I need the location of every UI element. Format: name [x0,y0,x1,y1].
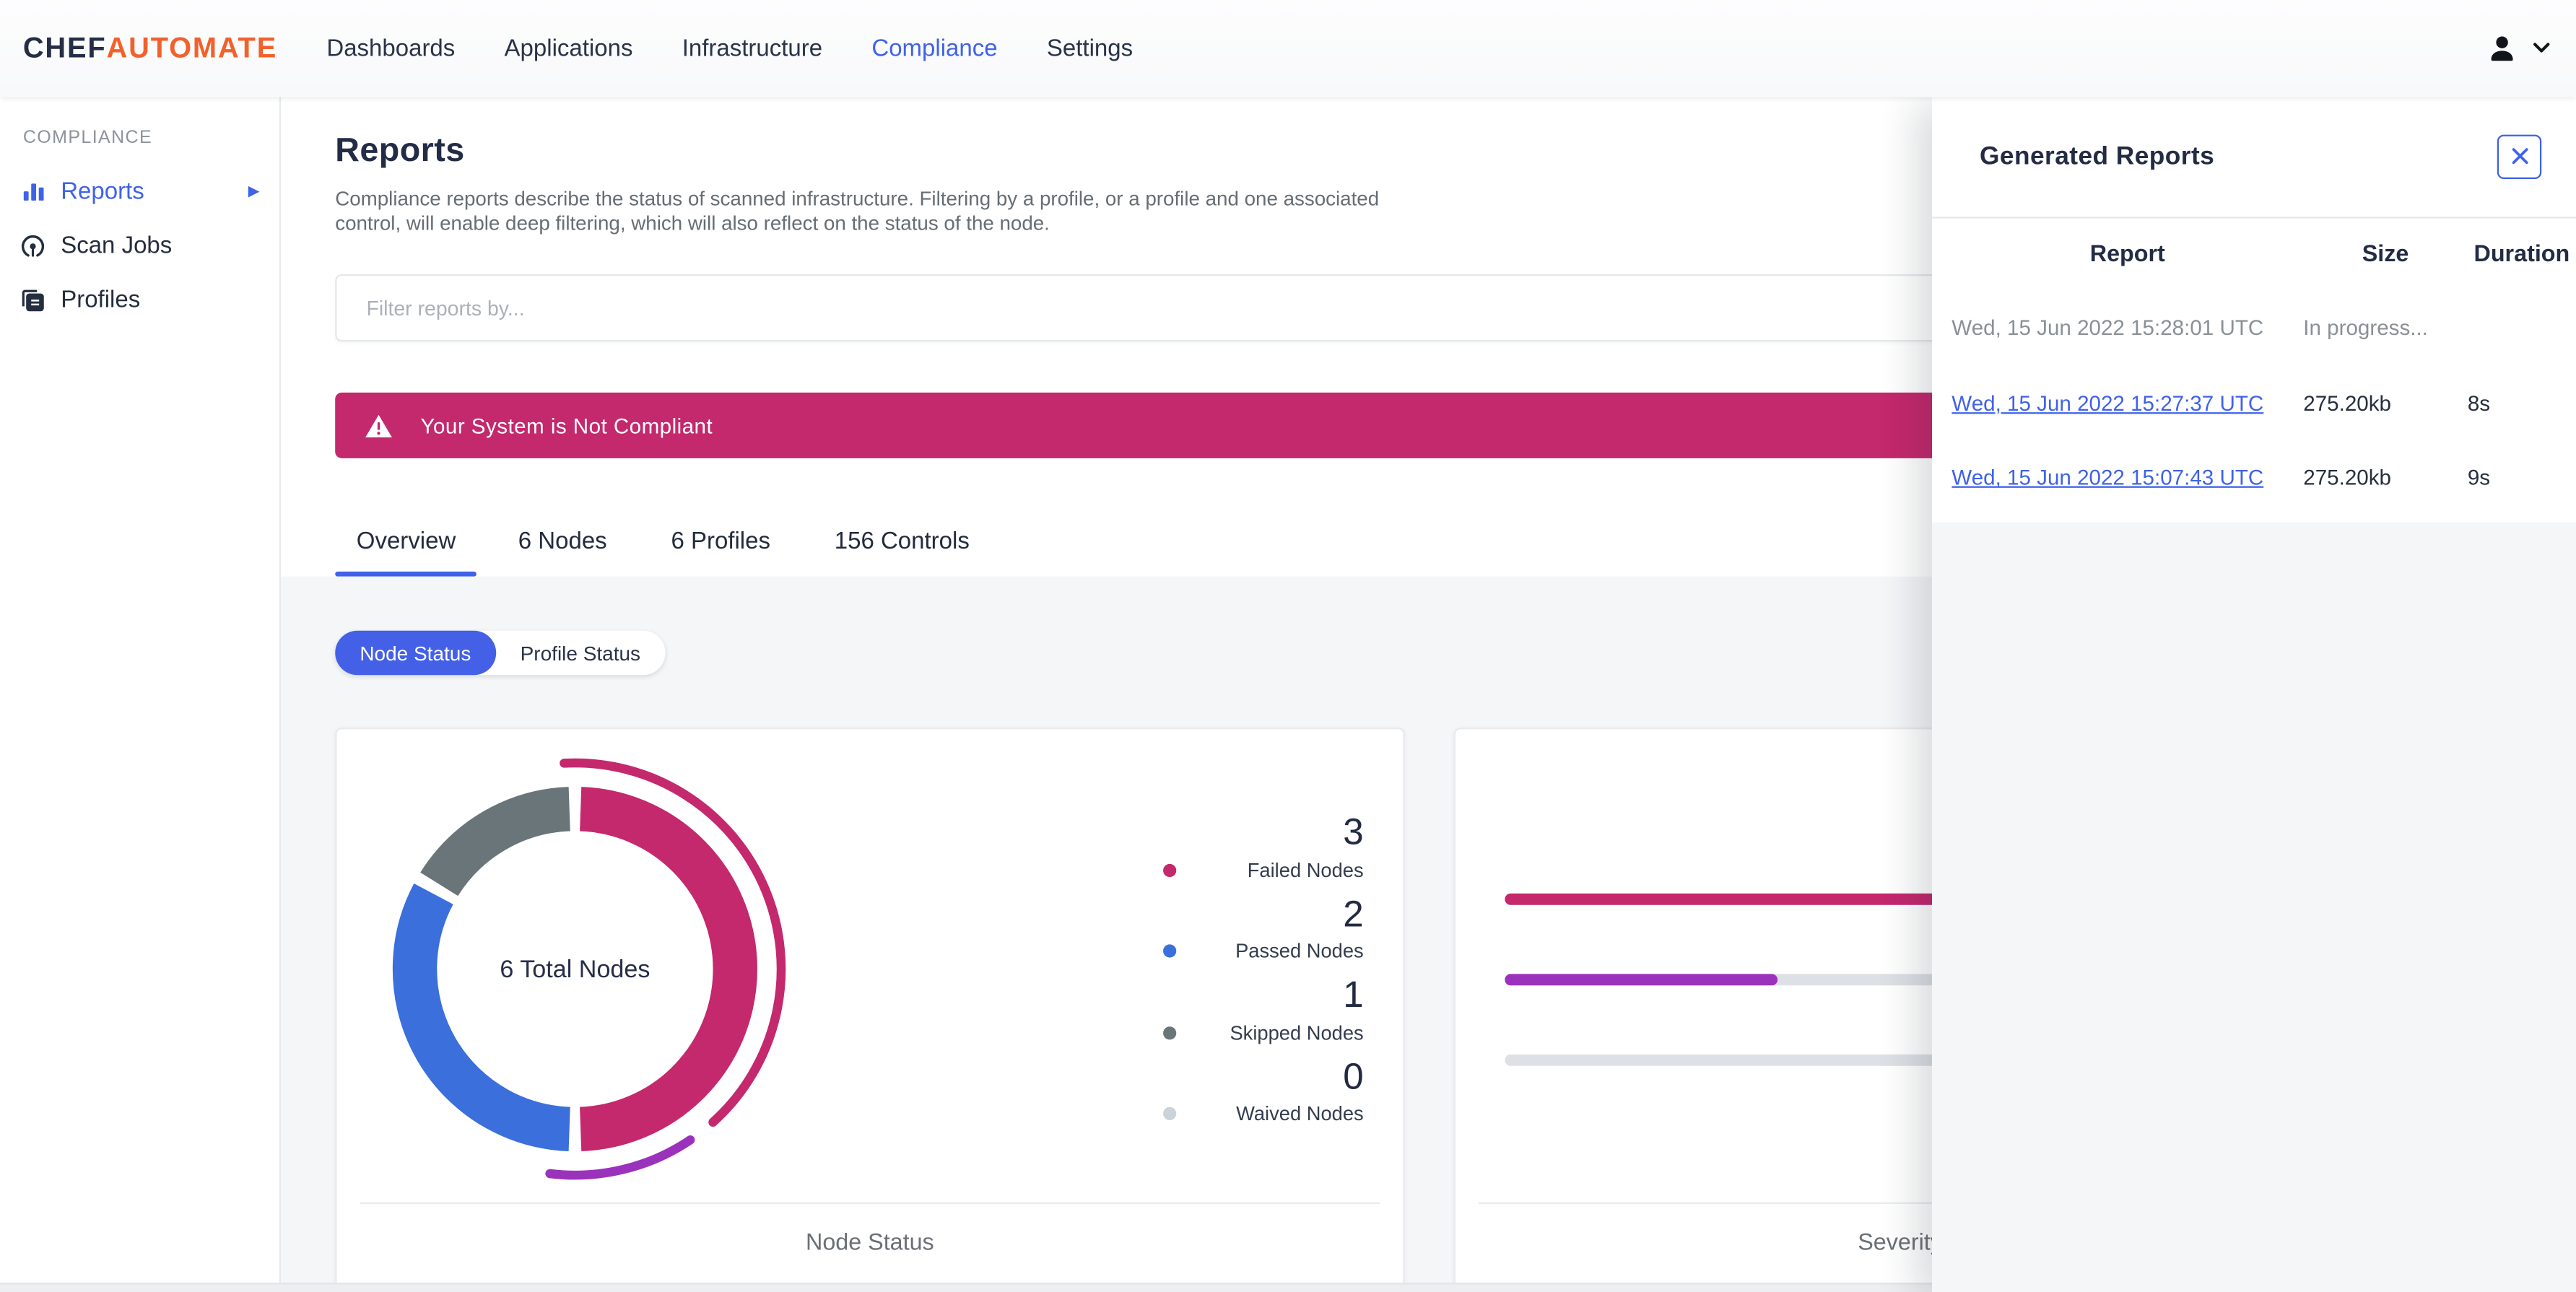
sidebar-item-reports[interactable]: Reports ▶ [0,165,279,219]
nav-item-infrastructure[interactable]: Infrastructure [682,35,822,61]
report-size: In progress... [2303,315,2428,341]
table-row: Wed, 15 Jun 2022 15:28:01 UTC In progress… [1951,291,2576,366]
tab-6-profiles[interactable]: 6 Profiles [648,519,793,577]
table-row: Wed, 15 Jun 2022 15:07:43 UTC 275.20kb 9s [1951,440,2576,515]
table-row: Wed, 15 Jun 2022 15:27:37 UTC 275.20kb 8s [1951,365,2576,440]
sidebar-item-label: Reports [61,178,144,205]
user-menu[interactable] [2486,32,2550,65]
legend-label: Waived Nodes [1236,1102,1364,1126]
drawer-title: Generated Reports [1979,141,2215,170]
legend-row: Skipped Nodes [1163,1021,1364,1044]
sidebar: COMPLIANCE Reports ▶ Scan Jobs Profiles [0,97,282,1292]
report-label: Wed, 15 Jun 2022 15:28:01 UTC [1951,315,2264,341]
toggle-node-status[interactable]: Node Status [335,631,496,676]
donut-legend: 3 Failed Nodes 2 Passed Nodes 1 Skipped Nodes… [1163,811,1364,1140]
report-size: 275.20kb [2303,390,2392,416]
caret-right-icon: ▶ [248,182,260,199]
brand-logo[interactable]: CHEFAUTOMATE [23,31,277,66]
nav-item-applications[interactable]: Applications [505,35,633,61]
chevron-down-icon[interactable] [2533,43,2550,54]
generated-reports-table: Report Size Duration Wed, 15 Jun 2022 15:28… [1931,218,2576,522]
legend-label: Skipped Nodes [1230,1021,1364,1044]
legend-row: Waived Nodes [1163,1102,1364,1125]
card-footer: Node Status [360,1202,1380,1257]
tab-156-controls[interactable]: 156 Controls [811,519,993,577]
report-duration: 8s [2467,390,2491,416]
nav-item-compliance[interactable]: Compliance [871,35,997,61]
bar-chart-icon [19,178,45,204]
legend-dot-icon [1163,944,1177,959]
generated-reports-panel: Generated Reports Report Size Duration Wed,… [1931,97,2576,1292]
sidebar-item-label: Profiles [61,287,141,313]
legend-dot-icon [1163,1107,1177,1121]
toggle-profile-status[interactable]: Profile Status [495,631,665,675]
warning-icon [365,414,393,438]
report-duration: 9s [2467,465,2491,490]
table-header-row: Report Size Duration [1951,219,2576,291]
column-header-size: Size [2362,241,2409,268]
legend-dot-icon [1163,863,1177,877]
legend-value-waived-nodes: 0 [1343,1055,1364,1097]
legend-value-passed-nodes: 2 [1343,893,1364,935]
legend-value-skipped-nodes: 1 [1343,974,1364,1016]
drawer-header: Generated Reports [1931,97,2576,219]
legend-label: Passed Nodes [1235,940,1364,963]
legend-row: Passed Nodes [1163,940,1364,963]
status-toggle: Node Status Profile Status [335,631,666,676]
nav-item-dashboards[interactable]: Dashboards [326,35,455,61]
sidebar-item-scan-jobs[interactable]: Scan Jobs [0,219,279,273]
close-button[interactable] [2497,134,2542,180]
sidebar-item-label: Scan Jobs [61,232,173,259]
report-link[interactable]: Wed, 15 Jun 2022 15:27:37 UTC [1951,390,2303,415]
legend-value-failed-nodes: 3 [1343,811,1364,853]
alert-text: Your System is Not Compliant [420,413,713,438]
legend-label: Failed Nodes [1247,858,1364,882]
column-header-duration: Duration [2473,241,2570,268]
severity-bar-fill [1505,974,1779,986]
node-status-card: 6 Total Nodes 3 Failed Nodes 2 Passed Nodes… [335,728,1405,1292]
profiles-icon [19,287,45,313]
card-caption: Node Status [806,1230,934,1257]
tab-6-nodes[interactable]: 6 Nodes [495,519,630,577]
app-window: CHEFAUTOMATE Dashboards Applications Infra… [0,0,2576,1292]
page-description: Compliance reports describe the status o… [335,187,1380,235]
brand-automate: AUTOMATE [106,31,278,64]
primary-nav: Dashboards Applications Infrastructure Comp… [326,35,1133,61]
scanner-icon [19,232,45,258]
user-avatar-icon[interactable] [2486,32,2519,65]
nav-item-settings[interactable]: Settings [1047,35,1133,61]
report-link[interactable]: Wed, 15 Jun 2022 15:07:43 UTC [1951,466,2303,490]
top-nav: CHEFAUTOMATE Dashboards Applications Infra… [0,0,2576,97]
legend-row: Failed Nodes [1163,858,1364,881]
legend-dot-icon [1163,1026,1177,1039]
sidebar-section-label: COMPLIANCE [22,128,153,148]
donut-center-label: 6 Total Nodes [500,955,650,984]
tab-overview[interactable]: Overview [335,519,478,577]
brand-chef: CHEF [22,31,107,64]
column-header-report: Report [2089,241,2165,268]
report-size: 275.20kb [2303,465,2392,490]
sidebar-item-profiles[interactable]: Profiles [0,273,279,327]
close-icon [2511,144,2528,169]
